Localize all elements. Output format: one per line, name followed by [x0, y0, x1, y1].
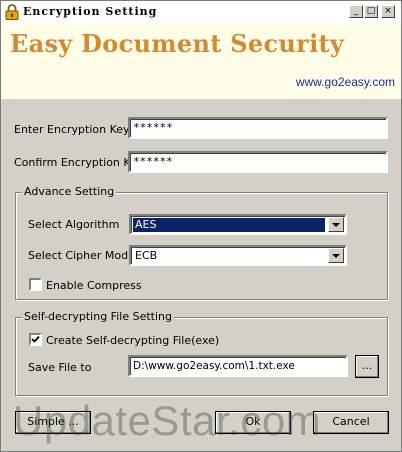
chevron-down-icon [332, 223, 340, 227]
banner: Easy Document Security www.go2easy.com [1, 23, 401, 99]
enable-compress-label[interactable]: Enable Compress [46, 279, 142, 292]
banner-url[interactable]: www.go2easy.com [296, 75, 395, 89]
self-decrypting-label: Self-decrypting File Setting [22, 310, 174, 323]
cancel-button[interactable]: Cancel [313, 411, 389, 434]
save-file-label: Save File to [28, 361, 92, 374]
banner-title: Easy Document Security [10, 29, 345, 58]
minimize-button[interactable]: _ [349, 5, 363, 18]
cipher-mode-label: Select Cipher Mode: [28, 249, 139, 262]
confirm-key-input[interactable]: ****** [128, 151, 388, 173]
close-button[interactable]: × [381, 5, 395, 18]
algorithm-value: AES [133, 218, 325, 232]
algorithm-select[interactable]: AES [129, 214, 347, 235]
ok-button[interactable]: Ok [215, 411, 291, 434]
chevron-down-icon [332, 254, 340, 258]
create-self-decrypting-label[interactable]: Create Self-decrypting File(exe) [46, 334, 219, 347]
simple-button[interactable]: Simple ... [15, 411, 91, 434]
confirm-key-label: Confirm Encryption Key [14, 156, 144, 169]
cipher-mode-select[interactable]: ECB [129, 245, 347, 266]
enter-key-label: Enter Encryption Key [14, 123, 130, 136]
window-title: Encryption Setting [23, 5, 158, 18]
encryption-setting-window: Encryption Setting _ □ × Easy Document S… [0, 0, 402, 452]
algorithm-dropdown-button[interactable] [328, 217, 344, 232]
enter-key-input[interactable]: ****** [128, 117, 388, 139]
browse-button[interactable]: ... [355, 355, 379, 378]
lock-icon [5, 4, 19, 20]
title-bar[interactable]: Encryption Setting _ □ × [1, 1, 401, 24]
save-file-path-input[interactable]: D:\www.go2easy.com\1.txt.exe [128, 355, 348, 377]
cipher-mode-dropdown-button[interactable] [328, 248, 344, 263]
create-self-decrypting-checkbox[interactable] [29, 333, 42, 346]
algorithm-label: Select Algorithm [28, 218, 120, 231]
maximize-button[interactable]: □ [364, 5, 378, 18]
checkmark-icon [31, 335, 40, 343]
advance-setting-label: Advance Setting [22, 185, 117, 198]
enable-compress-checkbox[interactable] [29, 278, 42, 291]
cipher-mode-value: ECB [135, 249, 158, 262]
